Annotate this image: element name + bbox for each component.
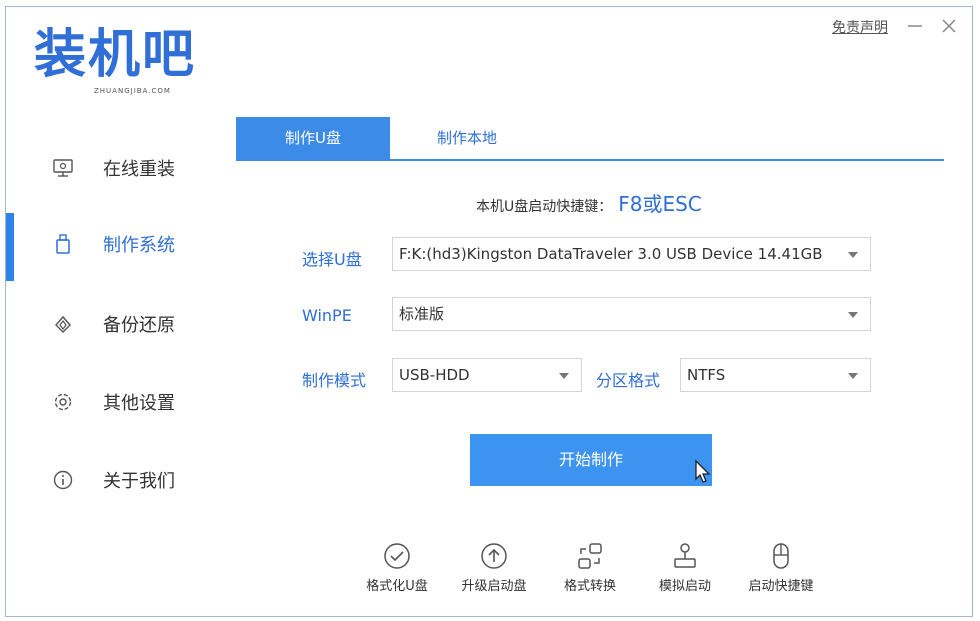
hotkey-label: 本机U盘启动快捷键： [476,199,613,215]
logo-subtext: ZHUANGJIBA.COM [94,87,171,95]
mode-value: USB-HDD [399,366,470,384]
minimize-icon[interactable] [904,15,926,37]
tool-boot-hotkey[interactable]: 启动快捷键 [736,541,826,601]
chevron-down-icon [848,252,858,258]
sidebar-item-label: 备份还原 [103,315,175,336]
gear-icon [52,391,74,413]
close-icon[interactable] [938,15,960,37]
chevron-down-icon [848,373,858,379]
sidebar-item-label: 在线重装 [103,159,175,180]
partition-value: NTFS [687,366,726,384]
mode-select[interactable]: USB-HDD [392,358,582,392]
convert-icon [575,541,605,571]
joystick-icon [670,541,700,571]
tab-make-usb[interactable]: 制作U盘 [236,117,390,159]
sidebar-item-make-system[interactable]: 制作系统 [6,213,216,281]
sidebar-item-backup-restore[interactable]: 备份还原 [6,293,216,353]
tool-upgrade-bootdisk[interactable]: 升级启动盘 [449,541,539,601]
tool-label: 升级启动盘 [461,579,527,594]
tool-label: 格式转换 [563,579,616,594]
tool-label: 格式化U盘 [366,579,428,594]
usb-device-select[interactable]: F:K:(hd3)Kingston DataTraveler 3.0 USB D… [392,237,871,271]
hotkey-value: F8或ESC [618,192,702,216]
disclaimer-link[interactable]: 免责声明 [832,17,888,37]
mode-label: 制作模式 [302,371,367,390]
mouse-cursor-icon [694,459,712,485]
active-indicator [6,213,14,281]
sidebar-item-online-reinstall[interactable]: 在线重装 [6,137,216,197]
tool-format-usb[interactable]: 格式化U盘 [352,541,442,601]
tab-make-local[interactable]: 制作本地 [396,117,538,159]
boot-hotkey-info: 本机U盘启动快捷键： F8或ESC [476,188,702,217]
start-button[interactable]: 开始制作 [470,434,712,486]
tool-format-convert[interactable]: 格式转换 [545,541,635,601]
check-circle-icon [382,541,412,571]
info-icon [52,469,74,491]
winpe-value: 标准版 [399,305,445,323]
partition-label: 分区格式 [596,371,661,390]
usb-device-value: F:K:(hd3)Kingston DataTraveler 3.0 USB D… [399,245,823,263]
monitor-icon [52,157,74,179]
app-window: 免责声明 装机吧 ZHUANGJIBA.COM 在线重装 制作系统 备份还原 其… [5,6,973,617]
upload-circle-icon [479,541,509,571]
tab-bar: 制作U盘 制作本地 [236,117,944,161]
tool-label: 模拟启动 [658,579,711,594]
usb-select-label: 选择U盘 [302,250,362,269]
partition-select[interactable]: NTFS [680,358,871,392]
sidebar-item-about-us[interactable]: 关于我们 [6,449,216,509]
winpe-select[interactable]: 标准版 [392,297,871,331]
backup-icon [52,313,74,335]
app-logo: 装机吧 ZHUANGJIBA.COM [34,25,214,107]
mouse-icon [766,541,796,571]
tool-label: 启动快捷键 [748,579,814,594]
tool-simulate-boot[interactable]: 模拟启动 [640,541,730,601]
sidebar-item-label: 其他设置 [103,393,175,414]
usb-drive-icon [52,233,74,255]
sidebar-item-other-settings[interactable]: 其他设置 [6,371,216,431]
chevron-down-icon [848,312,858,318]
logo-text: 装机吧 [34,25,197,85]
chevron-down-icon [559,373,569,379]
sidebar-item-label: 关于我们 [103,471,175,492]
sidebar-item-label: 制作系统 [103,235,175,256]
winpe-label: WinPE [302,306,352,325]
